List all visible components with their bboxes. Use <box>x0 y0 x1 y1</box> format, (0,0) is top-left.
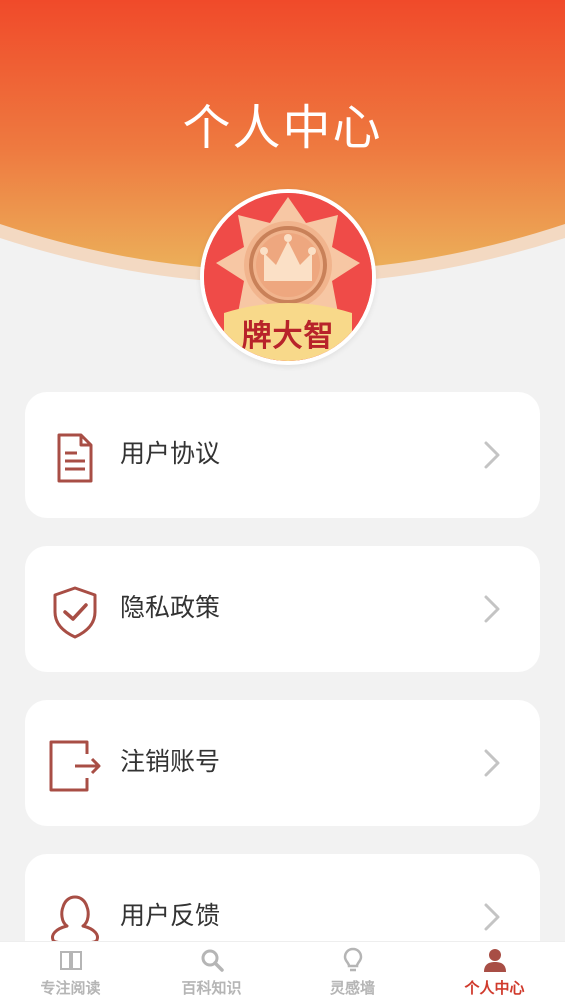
person-icon <box>483 949 506 972</box>
user-icon <box>51 895 99 946</box>
bottom-tab-bar: 专注阅读 百科知识 灵感墙 个人中心 <box>0 941 565 1004</box>
shield-check-icon <box>53 586 97 639</box>
chevron-right-icon <box>484 595 500 623</box>
bulb-icon <box>343 947 362 972</box>
menu-item-label: 注销账号 <box>120 747 221 776</box>
tab-focus-reading[interactable]: 专注阅读 <box>0 942 141 1004</box>
logout-icon <box>49 740 101 792</box>
search-icon <box>201 949 224 972</box>
page-title: 个人中心 <box>182 100 383 156</box>
menu-item-user-agreement[interactable]: 用户协议 <box>25 392 540 518</box>
tab-label: 专注阅读 <box>40 979 101 997</box>
book-icon <box>59 951 82 970</box>
menu-item-delete-account[interactable]: 注销账号 <box>25 700 540 826</box>
avatar[interactable]: 牌大智 <box>200 189 376 365</box>
menu-item-label: 用户反馈 <box>120 901 221 930</box>
chevron-right-icon <box>484 749 500 777</box>
tab-inspiration-wall[interactable]: 灵感墙 <box>282 942 423 1004</box>
chevron-right-icon <box>484 903 500 931</box>
menu-item-label: 用户协议 <box>120 439 221 468</box>
tab-personal-center[interactable]: 个人中心 <box>424 942 565 1004</box>
avatar-caption: 牌大智 <box>241 319 335 354</box>
tab-label: 个人中心 <box>464 979 525 997</box>
menu-item-privacy-policy[interactable]: 隐私政策 <box>25 546 540 672</box>
tab-label: 灵感墙 <box>329 979 375 997</box>
tab-encyclopedia[interactable]: 百科知识 <box>141 942 282 1004</box>
chevron-right-icon <box>484 441 500 469</box>
menu-item-label: 隐私政策 <box>120 593 221 622</box>
tab-label: 百科知识 <box>181 979 242 997</box>
document-icon <box>57 433 93 483</box>
